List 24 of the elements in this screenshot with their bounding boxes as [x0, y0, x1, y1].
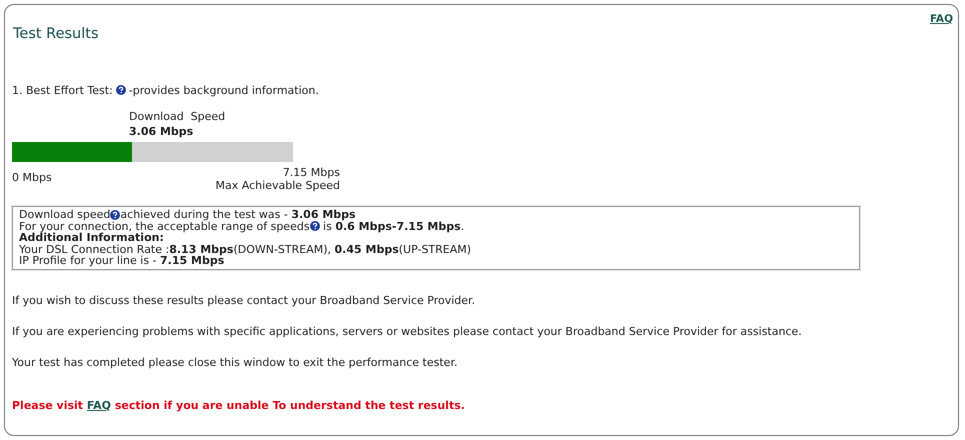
test-text: -provides background information.: [128, 84, 319, 96]
page-title: Test Results: [12, 25, 100, 44]
notice-text: Please visit FAQ section if you are unable To understand the test results.: [12, 400, 466, 412]
faq-link[interactable]: FAQ: [86, 398, 112, 412]
help-icon[interactable]: [110, 210, 120, 220]
min-label: 0 Mbps: [12, 171, 52, 186]
faq-link[interactable]: FAQ: [930, 13, 953, 25]
message-text: If you wish to discuss these results please contact your Broadband Service Provider.: [12, 294, 476, 307]
info-text: Download speed: [19, 209, 110, 221]
info-text: Additional Information:: [19, 232, 164, 244]
max-caption: Max Achievable Speed: [216, 179, 340, 192]
info-text: For your connection, the acceptable range of speeds: [19, 220, 310, 232]
info-text: is 0.6 Mbps-7.15 Mbps.: [322, 220, 464, 232]
max-label: 7.15 Mbps: [282, 166, 340, 179]
help-icon[interactable]: [310, 221, 320, 232]
help-icon[interactable]: [116, 85, 126, 95]
speed-value: 3.06 Mbps: [129, 124, 194, 139]
info-text: achieved during the test was - 3.06 Mbps: [120, 209, 356, 221]
info-text: Your DSL Connection Rate :8.13 Mbps(DOWN-STREAM), 0.45 Mbps(UP-STREAM): [19, 244, 472, 256]
test-text: 1. Best Effort Test:: [12, 84, 113, 96]
message-text: Your test has completed please close this window to exit the performance tester.: [12, 356, 458, 369]
message-text: If you are experiencing problems with specific applications, servers or websites please contact your Broadband Service Provider for assistance.: [12, 326, 803, 338]
meter-heading: Download Speed: [129, 110, 226, 124]
info-text: IP Profile for your line is - 7.15 Mbps: [19, 255, 224, 267]
